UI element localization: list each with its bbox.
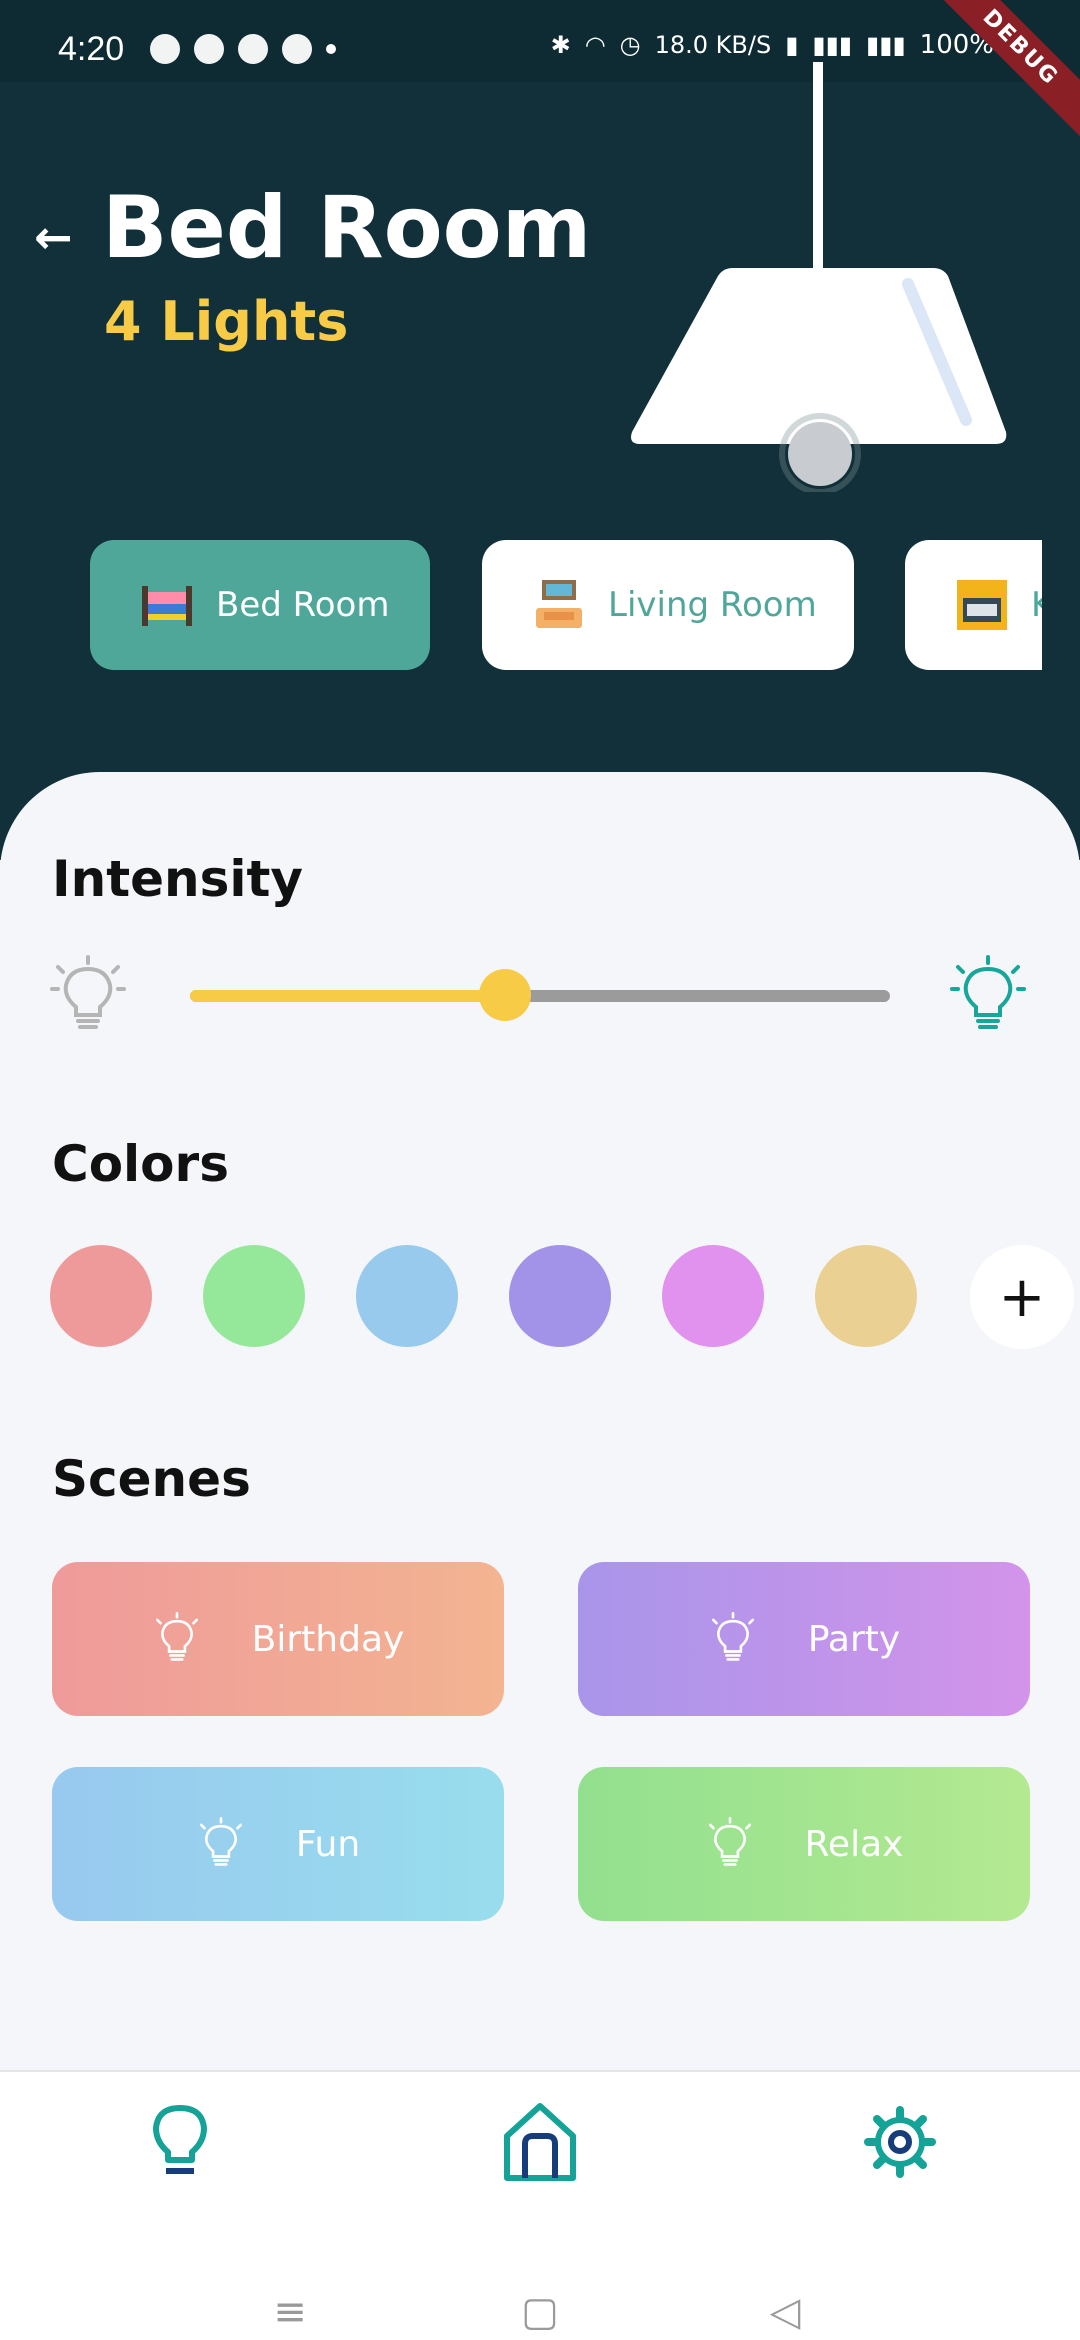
scene-label: Party	[807, 1618, 901, 1660]
home-square-icon[interactable]: ▢	[500, 2282, 580, 2340]
headphones-icon: ◠	[584, 31, 606, 59]
slider-fill	[190, 990, 505, 1002]
room-chip-label: Living Room	[608, 585, 817, 625]
lamp-illustration	[631, 62, 1007, 492]
color-swatch[interactable]	[356, 1245, 458, 1347]
scene-bulb-icon	[155, 1612, 198, 1661]
living-room-icon	[530, 576, 588, 634]
color-swatch[interactable]	[815, 1245, 917, 1347]
telegram-icon	[194, 34, 224, 64]
volte-icon: ▮	[785, 31, 799, 59]
intensity-slider[interactable]	[190, 969, 890, 1021]
menu-icon[interactable]: ≡	[250, 2282, 330, 2340]
bed-icon	[138, 576, 196, 634]
network-speed: 18.0 KB/S	[654, 31, 772, 59]
signal-icon: ▮▮▮	[812, 31, 853, 59]
lamp-cord	[813, 62, 823, 272]
nav-bulb-button[interactable]	[130, 2092, 230, 2192]
scene-party[interactable]: Party	[578, 1562, 1030, 1716]
scene-birthday[interactable]: Birthday	[52, 1562, 504, 1716]
home-icon	[504, 2103, 576, 2181]
nav-home-button[interactable]	[490, 2092, 590, 2192]
bluetooth-icon: ✱	[550, 31, 571, 59]
notification-dot	[326, 44, 336, 54]
nav-settings-button[interactable]	[850, 2092, 950, 2192]
bulb-on-icon	[950, 955, 1026, 1029]
bulb-icon	[153, 2105, 207, 2174]
page-title: Bed Room	[102, 178, 592, 278]
intensity-title: Intensity	[52, 850, 304, 908]
whatsapp-icon	[150, 34, 180, 64]
4g-signal-icon: ▮▮▮	[866, 31, 906, 59]
bulb-off-icon	[50, 955, 126, 1029]
lights-count: 4 Lights	[104, 290, 349, 353]
color-swatches: +	[50, 1245, 1074, 1349]
colors-title: Colors	[52, 1135, 229, 1193]
room-chip-bed-room[interactable]: Bed Room	[90, 540, 430, 670]
scene-bulb-icon	[708, 1817, 751, 1866]
app-root: 4:20 ✱ ◠ ◷ 18.0 KB/S ▮ ▮▮▮ ▮▮▮ 100% DEBU…	[0, 0, 1080, 2340]
scene-relax[interactable]: Relax	[578, 1767, 1030, 1921]
room-chip-label: K	[1031, 585, 1042, 625]
room-chip-living-room[interactable]: Living Room	[482, 540, 854, 670]
scene-label: Birthday	[251, 1618, 405, 1660]
back-arrow-icon[interactable]: ←	[34, 210, 73, 264]
room-chip-kitchen[interactable]: K	[905, 540, 1042, 670]
scene-bulb-icon	[711, 1612, 754, 1661]
room-chip-label: Bed Room	[216, 585, 390, 625]
status-right: ✱ ◠ ◷ 18.0 KB/S ▮ ▮▮▮ ▮▮▮ 100%	[551, 30, 994, 60]
u-icon	[282, 34, 312, 64]
kitchen-icon	[953, 576, 1011, 634]
header: 4:20 ✱ ◠ ◷ 18.0 KB/S ▮ ▮▮▮ ▮▮▮ 100% DEBU…	[0, 0, 1080, 860]
add-color-button[interactable]: +	[970, 1245, 1074, 1349]
color-swatch[interactable]	[203, 1245, 305, 1347]
slider-thumb[interactable]	[479, 969, 531, 1021]
scene-bulb-icon	[199, 1817, 242, 1866]
room-selector: Bed Room Living Room	[0, 540, 1042, 680]
status-time: 4:20	[58, 30, 125, 68]
jio-icon	[238, 34, 268, 64]
scenes-title: Scenes	[52, 1450, 251, 1508]
status-left-icons	[150, 34, 336, 64]
settings-icon	[864, 2106, 936, 2178]
alarm-icon: ◷	[619, 31, 641, 59]
scene-fun[interactable]: Fun	[52, 1767, 504, 1921]
color-swatch[interactable]	[50, 1245, 152, 1347]
color-swatch[interactable]	[509, 1245, 611, 1347]
bottom-nav: ≡ ▢ ◁	[0, 2070, 1080, 2340]
lamp-bulb	[788, 422, 852, 486]
back-triangle-icon[interactable]: ◁	[745, 2282, 825, 2340]
color-swatch[interactable]	[662, 1245, 764, 1347]
scene-label: Fun	[295, 1823, 361, 1865]
scene-label: Relax	[804, 1823, 904, 1865]
